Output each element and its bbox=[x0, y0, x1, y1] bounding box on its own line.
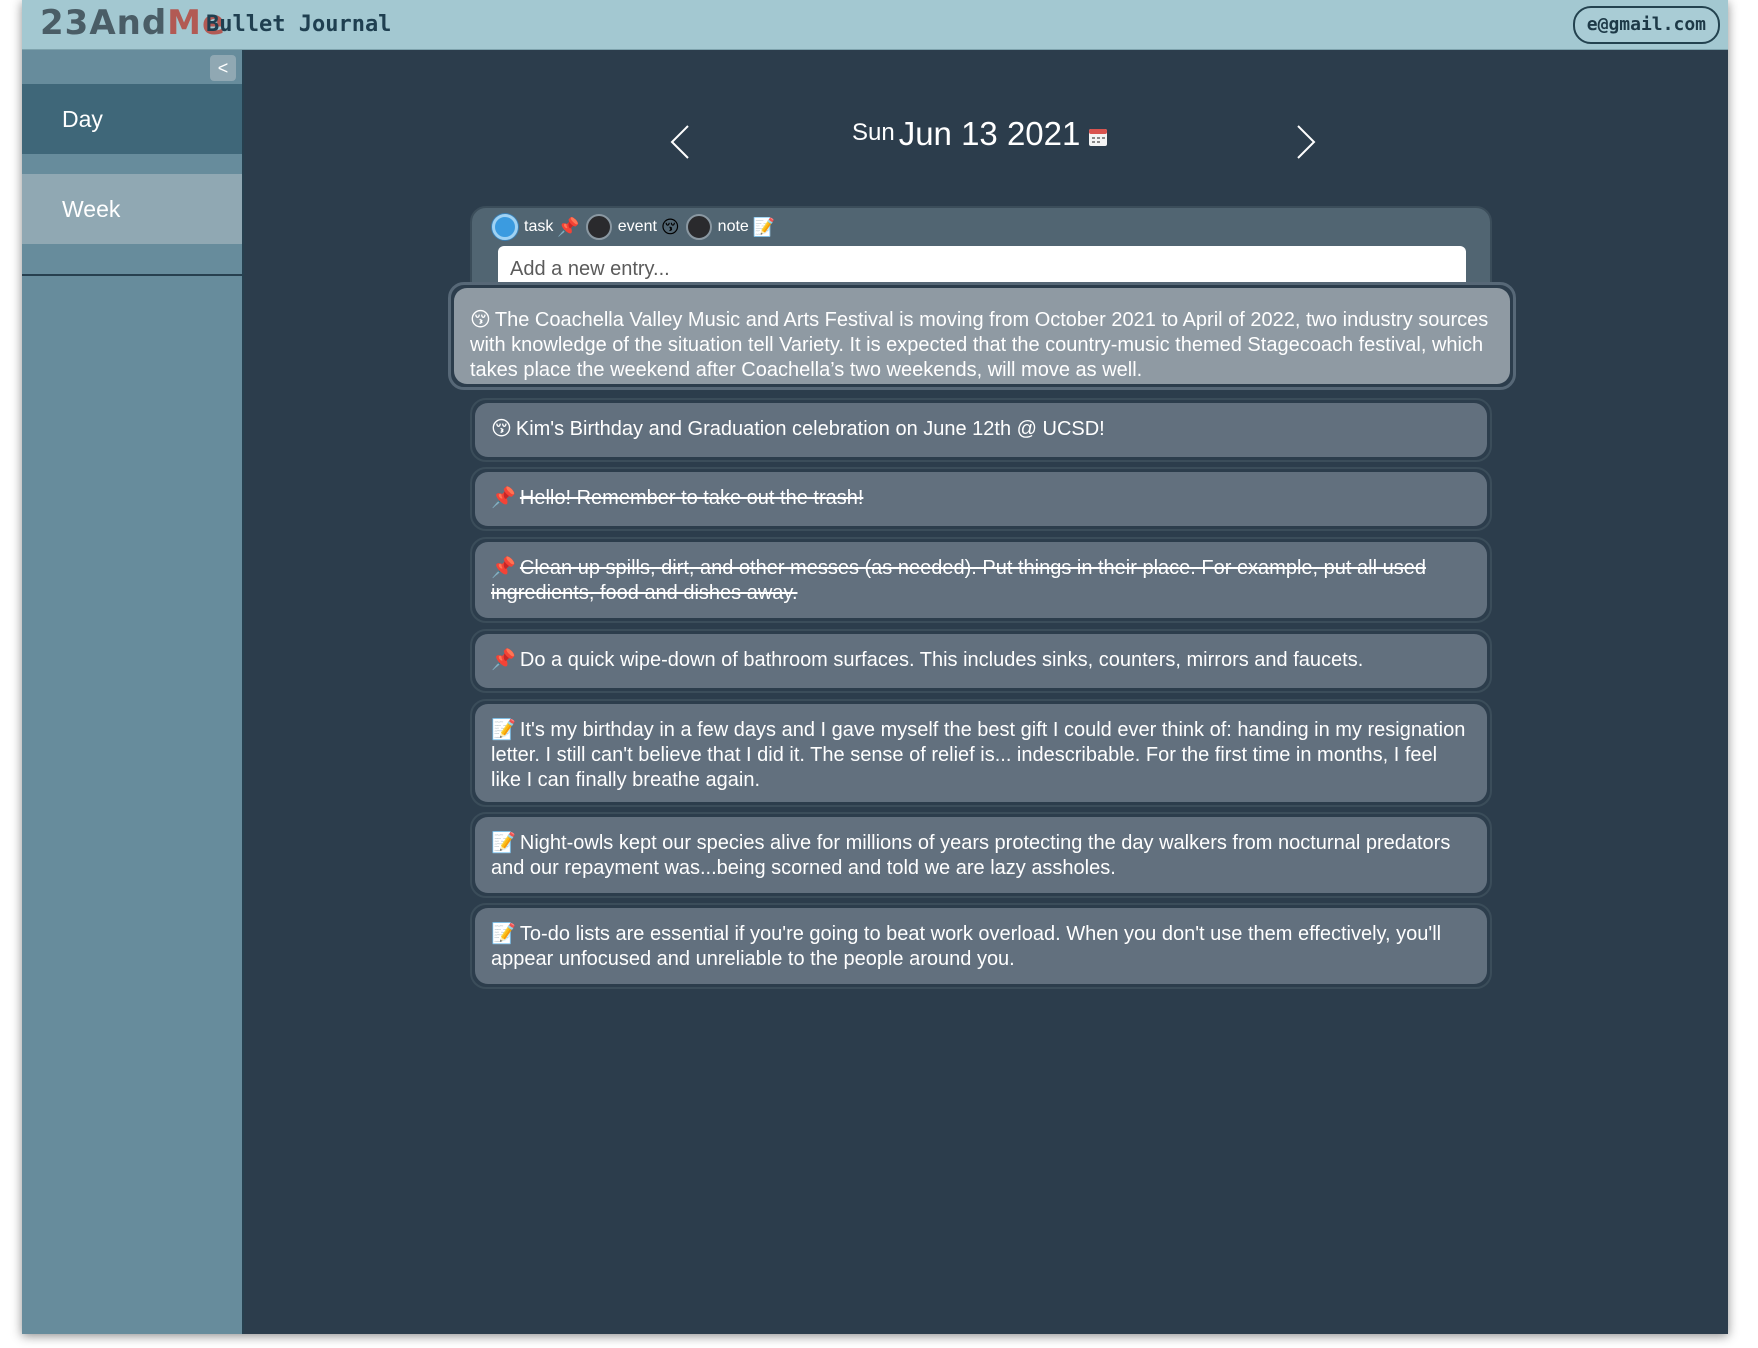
entry-item[interactable]: 📌 Clean up spills, dirt, and other messes… bbox=[470, 537, 1492, 623]
type-label-event: event bbox=[617, 218, 657, 235]
entry-item[interactable]: 📝 Night-owls kept our species alive for m… bbox=[470, 812, 1492, 898]
entry-item[interactable]: 😚 Kim's Birthday and Graduation celebrati… bbox=[470, 398, 1492, 462]
previous-day-button[interactable] bbox=[662, 120, 702, 164]
app-window: 23AndMe Bullet Journal e@gmail.com < Day… bbox=[22, 0, 1728, 1334]
calendar-icon[interactable] bbox=[1088, 127, 1108, 147]
sidebar-divider bbox=[22, 274, 242, 276]
memo-icon: 📝 bbox=[491, 832, 516, 854]
entry-card[interactable]: 📌 Clean up spills, dirt, and other messes… bbox=[475, 542, 1487, 618]
type-label-note: note bbox=[717, 218, 749, 235]
memo-icon: 📝 bbox=[752, 216, 776, 237]
entry-card[interactable]: 📌 Do a quick wipe-down of bathroom surfac… bbox=[475, 634, 1487, 688]
pushpin-icon: 📌 bbox=[491, 557, 516, 579]
entry-text: To-do lists are essential if you're goin… bbox=[491, 923, 1442, 970]
date-display: Sun Jun 13 2021 bbox=[852, 115, 1108, 153]
entry-item[interactable]: 📌 Hello! Remember to take out the trash! bbox=[470, 467, 1492, 531]
entry-card[interactable]: 📝 It's my birthday in a few days and I ga… bbox=[475, 704, 1487, 802]
entry-text: It's my birthday in a few days and I gav… bbox=[491, 719, 1466, 791]
pushpin-icon: 📌 bbox=[557, 216, 580, 237]
kissing-face-icon: 😚 bbox=[660, 216, 680, 237]
entry-text: Do a quick wipe-down of bathroom surface… bbox=[519, 649, 1364, 671]
entry-card[interactable]: 📝 To-do lists are essential if you're goi… bbox=[475, 908, 1487, 984]
entry-card[interactable]: 📌 Hello! Remember to take out the trash! bbox=[475, 472, 1487, 526]
header-bar: 23AndMe Bullet Journal e@gmail.com bbox=[22, 0, 1728, 50]
sidebar: < Day Week bbox=[22, 50, 244, 1334]
type-label-task: task bbox=[524, 218, 554, 235]
entry-item[interactable]: 📝 To-do lists are essential if you're goi… bbox=[470, 903, 1492, 989]
entry-card[interactable]: 📝 Night-owls kept our species alive for m… bbox=[475, 817, 1487, 893]
logo-main: 23And bbox=[40, 3, 168, 43]
kissing-face-icon: 😚 bbox=[470, 309, 491, 331]
type-radio-note[interactable] bbox=[685, 214, 712, 240]
entry-text: Night-owls kept our species alive for mi… bbox=[491, 832, 1451, 879]
kissing-face-icon: 😚 bbox=[491, 418, 512, 440]
entry-card[interactable]: 😚 The Coachella Valley Music and Arts Fes… bbox=[454, 288, 1510, 384]
app-logo[interactable]: 23AndMe bbox=[40, 3, 226, 43]
type-radio-task[interactable] bbox=[492, 214, 518, 240]
type-radio-event[interactable] bbox=[585, 214, 612, 240]
collapse-sidebar-button[interactable]: < bbox=[210, 55, 236, 81]
entry-item[interactable]: 📝 It's my birthday in a few days and I ga… bbox=[470, 699, 1492, 807]
pushpin-icon: 📌 bbox=[491, 649, 516, 671]
memo-icon: 📝 bbox=[491, 923, 516, 945]
chevron-right-icon bbox=[1297, 125, 1316, 159]
entry-text: Kim's Birthday and Graduation celebratio… bbox=[515, 418, 1105, 440]
entry-text: Hello! Remember to take out the trash! bbox=[519, 487, 864, 509]
entry-type-selector: task 📌 event 😚 note 📝 bbox=[492, 212, 781, 242]
day-of-week: Sun bbox=[852, 119, 895, 146]
entry-card[interactable]: 😚 Kim's Birthday and Graduation celebrati… bbox=[475, 403, 1487, 457]
entry-text: The Coachella Valley Music and Arts Fest… bbox=[470, 309, 1489, 381]
app-subtitle: Bullet Journal bbox=[206, 12, 392, 37]
entry-text: Clean up spills, dirt, and other messes … bbox=[491, 557, 1426, 604]
sidebar-item-week[interactable]: Week bbox=[22, 174, 242, 244]
pushpin-icon: 📌 bbox=[491, 487, 516, 509]
entry-item[interactable]: 📌 Do a quick wipe-down of bathroom surfac… bbox=[470, 629, 1492, 693]
memo-icon: 📝 bbox=[491, 719, 516, 741]
next-day-button[interactable] bbox=[1284, 120, 1324, 164]
chevron-left-icon bbox=[670, 125, 689, 159]
entry-item[interactable]: 😚 The Coachella Valley Music and Arts Fes… bbox=[448, 282, 1516, 390]
sidebar-item-day[interactable]: Day bbox=[22, 84, 242, 154]
current-date: Jun 13 2021 bbox=[898, 115, 1081, 152]
account-button[interactable]: e@gmail.com bbox=[1572, 6, 1720, 44]
